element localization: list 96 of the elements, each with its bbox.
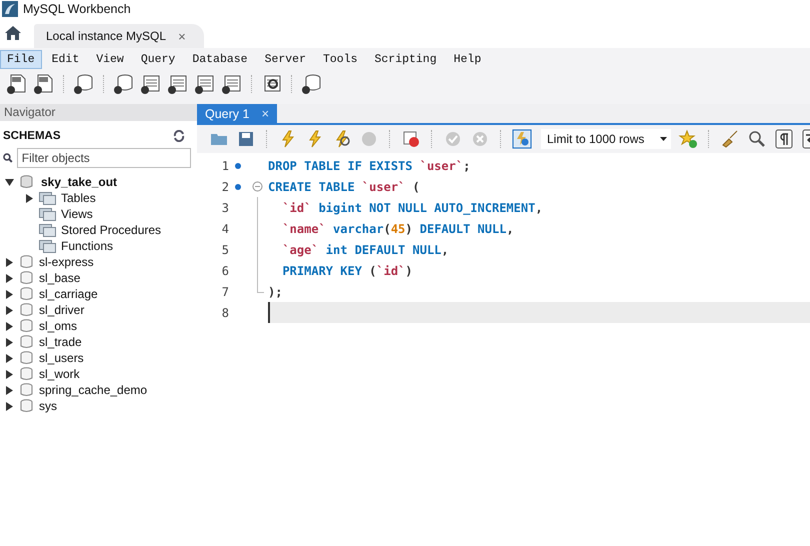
schema-name[interactable]: sl-express (39, 255, 94, 269)
database-icon (20, 399, 33, 413)
menu-item[interactable]: View (89, 50, 131, 68)
broom-icon[interactable] (720, 129, 740, 149)
code-line: `name` varchar(45) DEFAULT NULL, (281, 222, 514, 236)
close-icon[interactable]: × (178, 28, 186, 44)
expand-arrow-icon[interactable] (5, 402, 14, 410)
schema-name[interactable]: sl_base (39, 271, 80, 285)
star-add-icon[interactable] (678, 129, 698, 149)
line-number: 5 (220, 242, 229, 256)
filter-field[interactable]: Filter objects (16, 148, 191, 168)
schema-name[interactable]: spring_cache_demo (39, 383, 148, 397)
schema-name[interactable]: sl_trade (39, 335, 82, 349)
fold-icon[interactable] (252, 181, 263, 192)
database-add-icon[interactable] (113, 73, 135, 95)
line-number: 7 (220, 284, 229, 298)
menu-item[interactable]: File (0, 50, 42, 68)
schema-name[interactable]: sl_oms (39, 319, 78, 333)
expand-arrow-icon[interactable] (5, 354, 14, 362)
sql-file-open-icon[interactable] (33, 73, 55, 95)
menu-item[interactable]: Database (185, 50, 255, 68)
search-icon[interactable] (747, 129, 767, 149)
database-icon (20, 255, 33, 269)
database-icon (20, 383, 33, 397)
line-number: 1 (220, 158, 229, 172)
tree-item[interactable]: Tables (61, 191, 96, 205)
limit-dropdown[interactable]: Limit to 1000 rows (541, 129, 671, 149)
database-icon (20, 271, 33, 285)
expand-arrow-icon[interactable] (25, 194, 34, 202)
menu-item[interactable]: Edit (44, 50, 86, 68)
database-icon (20, 335, 33, 349)
menu-item[interactable]: Query (134, 50, 182, 68)
table-add-icon[interactable] (140, 73, 162, 95)
expand-arrow-icon[interactable] (5, 386, 14, 394)
navigator-header: Navigator (0, 104, 197, 121)
tree-item[interactable]: Views (61, 207, 93, 221)
search-icon (3, 153, 13, 163)
save-icon[interactable] (236, 129, 256, 149)
code-line: `id` bigint NOT NULL AUTO_INCREMENT, (281, 200, 543, 214)
section-title: SCHEMAS (3, 130, 61, 142)
folder-icon (39, 208, 56, 220)
expand-arrow-icon[interactable] (5, 178, 14, 186)
folder-icon (39, 192, 56, 204)
expand-arrow-icon[interactable] (5, 258, 14, 266)
code-line: CREATE TABLE `user` ( (268, 180, 420, 194)
database-icon (20, 287, 33, 301)
error-stop-icon[interactable] (401, 129, 421, 149)
sql-file-add-icon[interactable] (6, 73, 28, 95)
check-icon[interactable] (443, 129, 463, 149)
pilcrow-icon[interactable] (774, 129, 794, 149)
caret-icon (660, 137, 667, 141)
line-number: 8 (220, 306, 229, 320)
expand-arrow-icon[interactable] (5, 290, 14, 298)
function-add-icon[interactable] (221, 73, 243, 95)
text-cursor (268, 302, 270, 323)
view-add-icon[interactable] (167, 73, 189, 95)
database-icon (20, 303, 33, 317)
code-line: DROP TABLE IF EXISTS `user`; (268, 158, 470, 172)
database-icon (20, 175, 33, 189)
autocommit-icon[interactable] (512, 129, 532, 149)
line-number: 3 (220, 200, 229, 214)
schema-name[interactable]: sl_users (39, 351, 84, 365)
line-number: 6 (220, 264, 229, 278)
line-number: 4 (220, 222, 229, 236)
menu-item[interactable]: Server (258, 50, 313, 68)
line-number: 2 (220, 180, 229, 194)
schema-name[interactable]: sl_carriage (39, 287, 98, 301)
folder-icon (39, 240, 56, 252)
expand-arrow-icon[interactable] (5, 274, 14, 282)
connection-tab[interactable]: Local instance MySQL × (34, 24, 204, 48)
menu-item[interactable]: Help (446, 50, 488, 68)
code-line: `age` int DEFAULT NULL, (281, 242, 449, 256)
database-icon (20, 351, 33, 365)
expand-arrow-icon[interactable] (5, 338, 14, 346)
database-icon (20, 367, 33, 381)
code-line: PRIMARY KEY (`id`) (281, 264, 413, 278)
dolphin-icon (2, 1, 18, 17)
code-line: ); (268, 284, 282, 298)
schema-name[interactable]: sky_take_out (41, 175, 118, 189)
schema-name[interactable]: sl_work (39, 367, 80, 381)
tree-item[interactable]: Functions (61, 239, 114, 253)
schema-name[interactable]: sl_driver (39, 303, 84, 317)
window-title: MySQL Workbench (23, 2, 131, 16)
expand-arrow-icon[interactable] (5, 322, 14, 330)
schema-name[interactable]: sys (39, 399, 57, 413)
menu-item[interactable]: Tools (316, 50, 364, 68)
menu-item[interactable]: Scripting (368, 50, 444, 68)
folder-icon (39, 224, 56, 236)
home-icon[interactable] (4, 25, 22, 41)
expand-arrow-icon[interactable] (5, 370, 14, 378)
expand-arrow-icon[interactable] (5, 306, 14, 314)
refresh-icon[interactable] (173, 130, 185, 142)
tree-item[interactable]: Stored Procedures (61, 223, 162, 237)
query-tab[interactable]: Query 1 × (197, 104, 278, 123)
database-icon (20, 319, 33, 333)
procedure-add-icon[interactable] (194, 73, 216, 95)
